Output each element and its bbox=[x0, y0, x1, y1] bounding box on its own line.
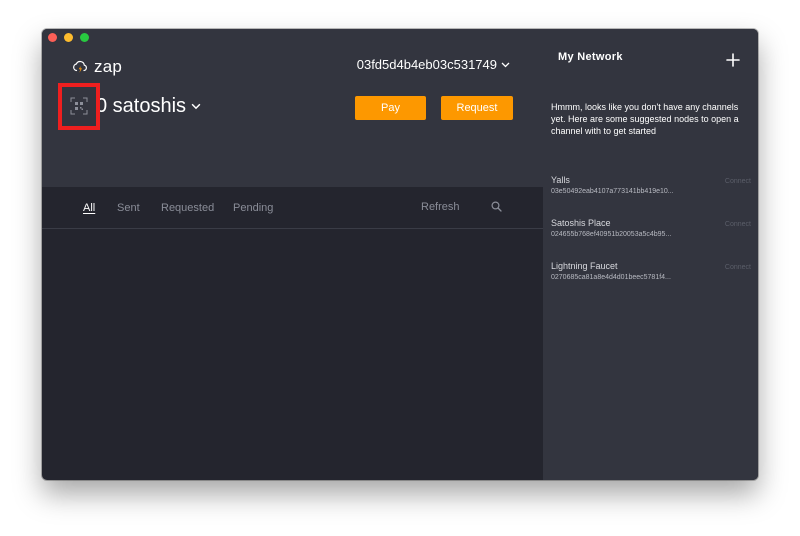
wallet-balance: 0 satoshis bbox=[96, 95, 187, 117]
chevron-down-icon bbox=[501, 62, 510, 67]
node-name: Yalls bbox=[551, 175, 570, 185]
plus-icon[interactable] bbox=[726, 53, 740, 67]
network-sidebar: My Network Hmmm, looks like you don't ha… bbox=[543, 29, 758, 480]
suggested-node: Lightning Faucet 0270685ca81a8e4d4d01bee… bbox=[551, 261, 751, 281]
account-pubkey-dropdown[interactable]: 03fd5d4b4eb03c531749 bbox=[357, 57, 510, 72]
sidebar-title: My Network bbox=[558, 51, 623, 63]
node-pubkey: 024655b768ef40951b20053a5c4b95... bbox=[551, 231, 672, 238]
activity-tabs: All Sent Requested Pending Refresh bbox=[42, 187, 543, 229]
connect-button[interactable]: Connect bbox=[725, 264, 751, 271]
chevron-down-icon bbox=[191, 103, 201, 110]
app-window: zap 03fd5d4b4eb03c531749 0 satoshis Pay … bbox=[42, 29, 758, 480]
wallet-header: zap 03fd5d4b4eb03c531749 0 satoshis Pay … bbox=[42, 29, 543, 187]
node-pubkey: 0270685ca81a8e4d4d01beec5781f4... bbox=[551, 274, 671, 281]
suggested-node: Satoshis Place 024655b768ef40951b20053a5… bbox=[551, 218, 751, 238]
account-pubkey: 03fd5d4b4eb03c531749 bbox=[356, 57, 497, 72]
tab-all[interactable]: All bbox=[83, 202, 95, 214]
main-panel: zap 03fd5d4b4eb03c531749 0 satoshis Pay … bbox=[42, 29, 543, 480]
window-controls bbox=[48, 33, 89, 42]
suggested-node: Yalls 03e50492eab4107a773141bb419e10... … bbox=[551, 175, 751, 195]
tab-pending[interactable]: Pending bbox=[233, 202, 273, 214]
no-channels-message: Hmmm, looks like you don't have any chan… bbox=[551, 102, 739, 136]
balance-dropdown[interactable]: 0 satoshis bbox=[96, 95, 201, 118]
node-pubkey: 03e50492eab4107a773141bb419e10... bbox=[551, 188, 674, 195]
tab-requested[interactable]: Requested bbox=[161, 202, 214, 214]
connect-button[interactable]: Connect bbox=[725, 221, 751, 228]
tab-sent[interactable]: Sent bbox=[117, 202, 140, 214]
connect-button[interactable]: Connect bbox=[725, 178, 751, 185]
minimize-window-button[interactable] bbox=[64, 33, 73, 42]
refresh-button[interactable]: Refresh bbox=[421, 201, 460, 213]
node-name: Satoshis Place bbox=[551, 218, 611, 228]
node-name: Lightning Faucet bbox=[551, 261, 618, 271]
brand: zap bbox=[72, 57, 122, 77]
request-button[interactable]: Request bbox=[441, 96, 513, 120]
app-name: zap bbox=[94, 57, 123, 76]
lightning-cloud-icon bbox=[73, 60, 87, 73]
close-window-button[interactable] bbox=[48, 33, 57, 42]
highlight-annotation bbox=[58, 83, 100, 130]
zoom-window-button[interactable] bbox=[80, 33, 89, 42]
pay-button[interactable]: Pay bbox=[355, 96, 426, 120]
search-icon[interactable] bbox=[491, 201, 502, 212]
